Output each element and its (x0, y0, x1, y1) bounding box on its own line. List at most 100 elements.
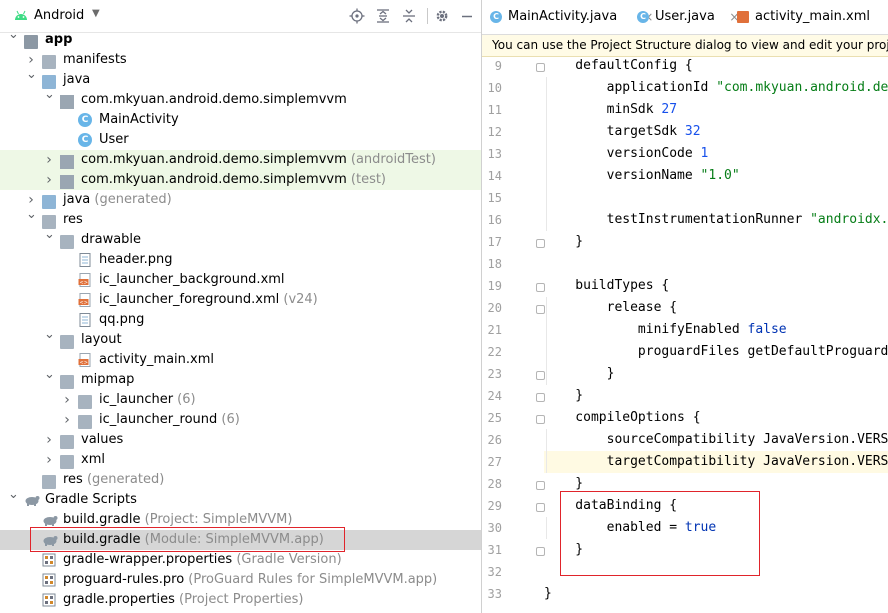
tree-item-label: res (generated) (63, 470, 164, 490)
chevron-right-icon[interactable]: › (62, 410, 72, 430)
code-line[interactable] (544, 253, 888, 275)
chevron-down-icon[interactable]: ⌄ (44, 365, 55, 385)
chevron-right-icon[interactable]: › (44, 430, 54, 450)
tree-item-label: MainActivity (99, 110, 179, 130)
code-line[interactable]: proguardFiles getDefaultProguardFile('pr… (544, 341, 888, 363)
code-token: 27 (661, 102, 678, 117)
chevron-down-icon[interactable]: ⌄ (8, 25, 19, 45)
tree-item[interactable]: C MainActivity (0, 110, 481, 130)
code-line[interactable]: targetSdk 32 (544, 121, 888, 143)
tree-item[interactable]: qq.png (0, 310, 481, 330)
gear-icon[interactable] (434, 8, 450, 24)
tree-item-name: Gradle Scripts (45, 492, 137, 507)
code-line[interactable]: } (544, 385, 888, 407)
locate-icon[interactable] (349, 8, 365, 24)
tree-item-hint: (Project Properties) (174, 592, 304, 607)
tree-item[interactable]: <> ic_launcher_foreground.xml (v24) (0, 290, 481, 310)
tree-item[interactable]: header.png (0, 250, 481, 270)
chevron-right-icon[interactable]: › (44, 150, 54, 170)
code-token: applicationId (544, 80, 717, 95)
code-token: "com.mkyuan.android.demo.simplemvvm" (716, 80, 888, 95)
chevron-down-icon[interactable]: ▼ (92, 8, 100, 19)
line-number: 27 (487, 455, 502, 469)
code-line[interactable]: } (544, 363, 888, 385)
code-line[interactable]: versionName "1.0" (544, 165, 888, 187)
chevron-down-icon[interactable]: ⌄ (26, 65, 37, 85)
chevron-right-icon[interactable]: › (44, 170, 54, 190)
line-number: 31 (487, 543, 502, 557)
collapse-all-icon[interactable] (401, 8, 417, 24)
tree-item[interactable]: ⌄ res (0, 207, 481, 230)
tree-item-name: java (63, 192, 91, 207)
code-line[interactable]: buildTypes { (544, 275, 888, 297)
tree-item[interactable]: › xml (0, 450, 481, 470)
tree-item[interactable]: ⌄ java (0, 67, 481, 90)
view-selector[interactable]: Android (34, 8, 84, 23)
annotation-box-databinding (560, 491, 760, 576)
tree-item-label: Gradle Scripts (45, 490, 137, 510)
tree-item[interactable]: ⌄ mipmap (0, 367, 481, 390)
code-line[interactable]: minifyEnabled false (544, 319, 888, 341)
code-line[interactable]: minSdk 27 (544, 99, 888, 121)
tree-item[interactable]: <> ic_launcher_background.xml (0, 270, 481, 290)
indent-guide (546, 429, 547, 473)
line-number: 28 (487, 477, 502, 491)
chevron-down-icon[interactable]: ⌄ (26, 205, 37, 225)
code-line[interactable] (544, 187, 888, 209)
tree-item[interactable]: gradle.properties (Project Properties) (0, 590, 481, 610)
tree-item[interactable]: › ic_launcher_round (6) (0, 410, 481, 430)
tree-item-label: values (81, 430, 123, 450)
code-line[interactable]: compileOptions { (544, 407, 888, 429)
tree-item[interactable]: › values (0, 430, 481, 450)
code-line[interactable]: versionCode 1 (544, 143, 888, 165)
xml-file-icon: <> (78, 353, 92, 367)
project-tool-window: Android ▼ ⌄ app › manifests ⌄ java ⌄ com… (0, 0, 481, 613)
tree-item[interactable]: res (generated) (0, 470, 481, 490)
code-line[interactable]: defaultConfig { (544, 55, 888, 77)
tree-item-label: gradle.properties (Project Properties) (63, 590, 304, 610)
tree-item-hint: (Gradle Version) (232, 552, 342, 567)
chevron-down-icon[interactable]: ⌄ (44, 85, 55, 105)
xml-file-icon: <> (78, 273, 92, 287)
folder-icon (60, 235, 74, 249)
code-line[interactable]: applicationId "com.mkyuan.android.demo.s… (544, 77, 888, 99)
class-icon: C (490, 11, 502, 23)
chevron-down-icon[interactable]: ⌄ (44, 225, 55, 245)
tree-item[interactable]: › java (generated) (0, 190, 481, 210)
project-structure-banner[interactable]: You can use the Project Structure dialog… (482, 35, 888, 57)
chevron-down-icon[interactable]: ⌄ (8, 485, 19, 505)
chevron-right-icon[interactable]: › (62, 390, 72, 410)
code-line[interactable]: targetCompatibility JavaVersion.VERSION_… (544, 451, 888, 473)
chevron-down-icon[interactable]: ⌄ (44, 325, 55, 345)
line-number: 22 (487, 345, 502, 359)
tree-item[interactable]: proguard-rules.pro (ProGuard Rules for S… (0, 570, 481, 590)
code-line[interactable]: } (544, 231, 888, 253)
code-token: 1 (700, 146, 709, 161)
line-number: 29 (487, 499, 502, 513)
tree-item[interactable]: ⌄ drawable (0, 227, 481, 250)
tree-item[interactable]: › ic_launcher (6) (0, 390, 481, 410)
tree-item[interactable]: › com.mkyuan.android.demo.simplemvvm (and… (0, 150, 481, 170)
properties-file-icon (42, 573, 56, 587)
code-line[interactable]: release { (544, 297, 888, 319)
tree-item[interactable]: ⌄ Gradle Scripts (0, 487, 481, 510)
tree-item[interactable]: gradle-wrapper.properties (Gradle Versio… (0, 550, 481, 570)
tree-item-label: ic_launcher_background.xml (99, 270, 285, 290)
editor-tab-label: MainActivity.java (508, 9, 618, 24)
chevron-right-icon[interactable]: › (44, 450, 54, 470)
tree-item-label: qq.png (99, 310, 144, 330)
code-line[interactable]: testInstrumentationRunner "androidx.test… (544, 209, 888, 231)
tree-item[interactable]: ⌄ com.mkyuan.android.demo.simplemvvm (0, 87, 481, 110)
line-number: 11 (487, 103, 502, 117)
code-line[interactable]: sourceCompatibility JavaVersion.VERSION_… (544, 429, 888, 451)
tree-item[interactable]: C User (0, 130, 481, 150)
tree-item[interactable]: <> activity_main.xml (0, 350, 481, 370)
code-line[interactable]: } (544, 583, 888, 605)
tree-item[interactable]: ⌄ layout (0, 327, 481, 350)
tree-item[interactable]: ⌄ app (0, 27, 481, 50)
tree-item[interactable]: › manifests (0, 50, 481, 70)
toolbar-separator (427, 8, 428, 24)
tree-item[interactable]: › com.mkyuan.android.demo.simplemvvm (tes… (0, 170, 481, 190)
minimize-icon[interactable] (459, 8, 475, 24)
expand-all-icon[interactable] (375, 8, 391, 24)
